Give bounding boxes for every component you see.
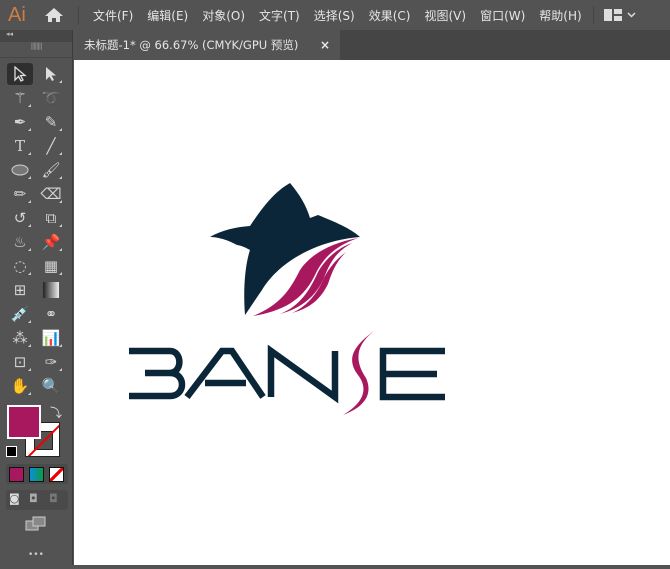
home-icon[interactable]: [44, 7, 64, 23]
divider: [592, 6, 594, 24]
edit-toolbar-button[interactable]: •••: [28, 550, 44, 560]
symbol-sprayer-tool-icon[interactable]: ⁂: [7, 327, 33, 349]
panel-grip[interactable]: ||||||||: [0, 42, 72, 58]
draw-normal-icon[interactable]: ◙: [9, 492, 20, 505]
document-tab-title: 未标题-1* @ 66.67% (CMYK/GPU 预览): [84, 38, 299, 52]
document-tab[interactable]: 未标题-1* @ 66.67% (CMYK/GPU 预览) ×: [74, 30, 340, 60]
menu-edit[interactable]: 编辑(E): [140, 7, 195, 24]
puppet-warp-tool-icon[interactable]: 📌: [38, 231, 64, 253]
menu-file[interactable]: 文件(F): [86, 7, 140, 24]
screen-mode-icon[interactable]: [25, 516, 47, 536]
workspace-switcher-icon[interactable]: [603, 9, 636, 21]
column-graph-tool-icon[interactable]: 📊: [38, 327, 64, 349]
gradient-button[interactable]: [29, 467, 44, 482]
app-logo: Ai: [8, 3, 26, 26]
default-colors-icon[interactable]: [6, 446, 17, 457]
menu-window[interactable]: 窗口(W): [473, 7, 532, 24]
menu-help[interactable]: 帮助(H): [532, 7, 588, 24]
logo-wordmark: [129, 344, 445, 404]
divider: [78, 6, 79, 24]
logo-s-shape: [343, 331, 374, 415]
eyedropper-tool-icon[interactable]: 💉: [7, 303, 33, 325]
width-tool-icon[interactable]: ♨: [7, 231, 33, 253]
none-button[interactable]: [49, 467, 64, 482]
zoom-tool-icon[interactable]: 🔍: [38, 375, 64, 397]
menu-bar: Ai 文件(F) 编辑(E) 对象(O) 文字(T) 选择(S) 效果(C) 视…: [0, 0, 670, 30]
lasso-tool-icon[interactable]: ➰: [38, 87, 64, 109]
draw-inside-icon[interactable]: ◘: [49, 492, 58, 505]
blend-tool-icon[interactable]: ⚭: [38, 303, 64, 325]
shaper-tool-icon[interactable]: ✏: [7, 183, 33, 205]
close-icon[interactable]: ×: [320, 38, 330, 52]
rotate-tool-icon[interactable]: ↺: [7, 207, 33, 229]
slice-tool-icon[interactable]: ✑: [38, 351, 64, 373]
artboard-canvas[interactable]: [74, 60, 670, 565]
menu-object[interactable]: 对象(O): [195, 7, 252, 24]
gradient-tool-icon[interactable]: [38, 279, 64, 301]
type-tool-icon[interactable]: T: [7, 135, 33, 157]
perspective-grid-tool-icon[interactable]: ▦: [38, 255, 64, 277]
direct-selection-tool-icon[interactable]: [38, 63, 64, 85]
tools-panel: ◂◂ |||||||| ⚚ ➰ ✒ ✎ T ╱ 🖌 ✏ ⌫ ↺ ⧉ ♨ 📌 ◌ …: [0, 30, 73, 565]
banse-logo: [129, 183, 445, 415]
collapse-panel-button[interactable]: ◂◂: [0, 30, 72, 42]
color-button[interactable]: [9, 467, 24, 482]
paintbrush-tool-icon[interactable]: 🖌: [38, 159, 64, 181]
swap-fill-stroke-icon[interactable]: ⤵: [50, 404, 62, 421]
artboard-tool-icon[interactable]: ⊡: [7, 351, 33, 373]
menu-view[interactable]: 视图(V): [417, 7, 473, 24]
magic-wand-tool-icon[interactable]: ⚚: [7, 87, 33, 109]
selection-tool-icon[interactable]: [7, 63, 33, 85]
document-tab-bar: 未标题-1* @ 66.67% (CMYK/GPU 预览) ×: [74, 30, 670, 60]
mesh-tool-icon[interactable]: ⊞: [7, 279, 33, 301]
shape-builder-tool-icon[interactable]: ◌: [7, 255, 33, 277]
menu-effect[interactable]: 效果(C): [362, 7, 418, 24]
curvature-tool-icon[interactable]: ✎: [38, 111, 64, 133]
line-tool-icon[interactable]: ╱: [38, 135, 64, 157]
menu-select[interactable]: 选择(S): [307, 7, 362, 24]
fill-color-swatch[interactable]: [7, 405, 41, 439]
draw-behind-icon[interactable]: ◘: [29, 492, 38, 505]
eraser-tool-icon[interactable]: ⌫: [38, 183, 64, 205]
scale-tool-icon[interactable]: ⧉: [38, 207, 64, 229]
menu-type[interactable]: 文字(T): [252, 7, 307, 24]
ellipse-tool-icon[interactable]: [7, 159, 33, 181]
hand-tool-icon[interactable]: ✋: [7, 375, 33, 397]
pen-tool-icon[interactable]: ✒: [7, 111, 33, 133]
